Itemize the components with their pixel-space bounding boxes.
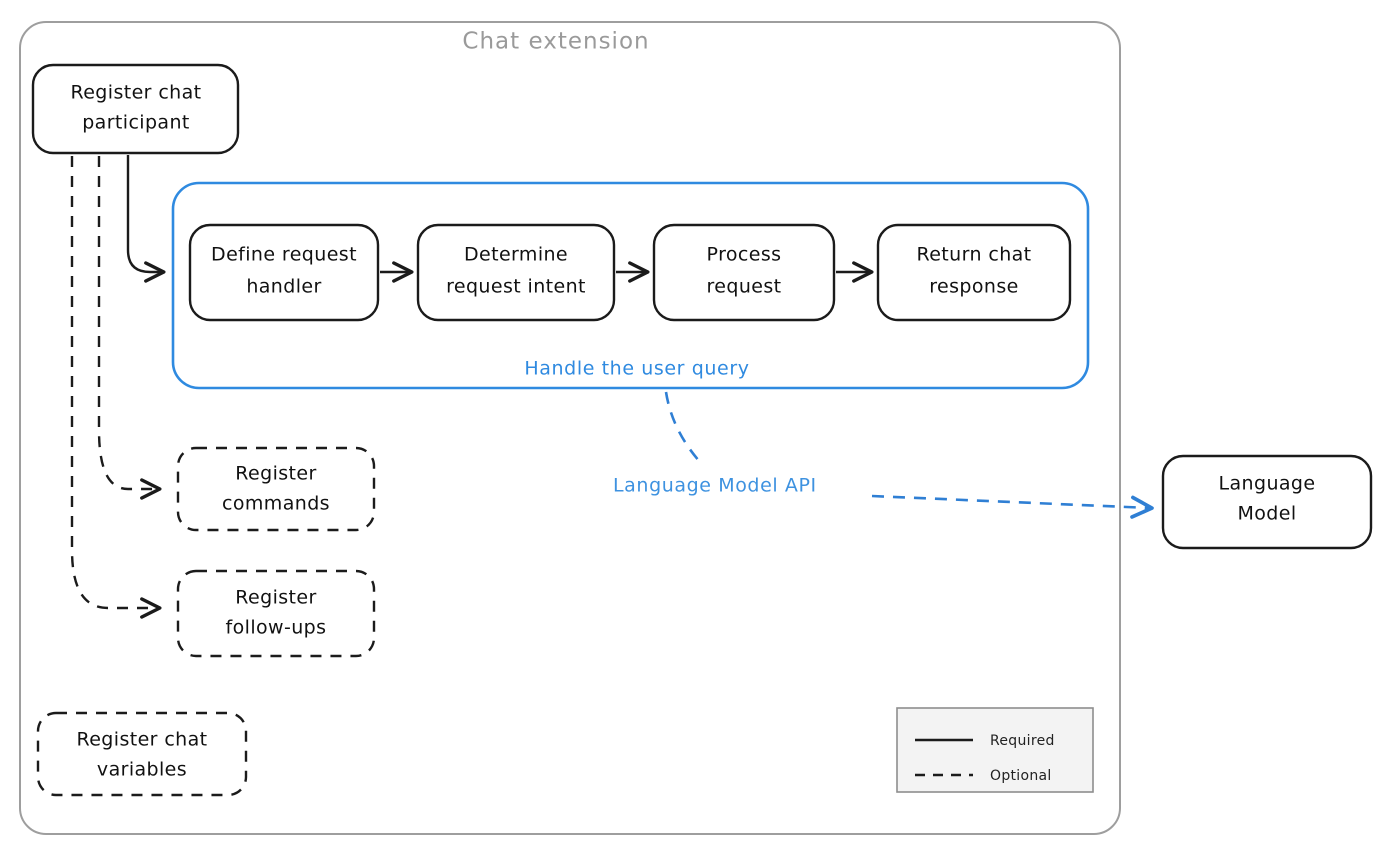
node-register-chat-participant-line1: Register chat <box>70 82 201 104</box>
node-process-request[interactable] <box>652 223 836 322</box>
node-return-chat-response[interactable] <box>876 223 1072 322</box>
node-determine-request-intent[interactable] <box>416 223 616 322</box>
node-register-chat-participant[interactable] <box>31 63 240 155</box>
node-return-chat-response-line2: response <box>929 276 1019 298</box>
node-register-followups-line1: Register <box>235 587 316 609</box>
node-register-chat-variables-line2: variables <box>97 759 187 781</box>
node-define-request-handler-line2: handler <box>246 276 321 298</box>
node-register-commands[interactable] <box>176 446 376 532</box>
node-register-chat-variables-line1: Register chat <box>76 729 207 751</box>
diagram-canvas: Chat extension Register chat participant… <box>0 0 1382 862</box>
node-language-model-line2: Model <box>1237 503 1296 525</box>
node-determine-request-intent-line2: request intent <box>446 276 586 298</box>
node-register-followups[interactable] <box>176 569 376 658</box>
node-determine-request-intent-line1: Determine <box>464 244 568 266</box>
node-process-request-line1: Process <box>707 244 782 266</box>
node-language-model-line1: Language <box>1219 473 1316 495</box>
node-register-chat-variables[interactable] <box>36 711 248 797</box>
node-define-request-handler[interactable] <box>188 223 380 322</box>
group-handle-user-query-caption: Handle the user query <box>524 358 749 380</box>
container-title: Chat extension <box>462 29 649 55</box>
legend-label-required: Required <box>990 733 1055 749</box>
node-register-followups-line2: follow-ups <box>226 617 327 639</box>
node-define-request-handler-line1: Define request <box>211 244 357 266</box>
node-return-chat-response-line1: Return chat <box>916 244 1031 266</box>
chat-extension-architecture-diagram: Chat extension Register chat participant… <box>19 21 1373 835</box>
edge-label-language-model-api: Language Model API <box>613 475 817 497</box>
legend-label-optional: Optional <box>990 768 1052 784</box>
node-process-request-line2: request <box>706 276 781 298</box>
node-register-commands-line2: commands <box>222 493 330 515</box>
node-register-chat-participant-line2: participant <box>82 112 190 134</box>
node-register-commands-line1: Register <box>235 463 316 485</box>
